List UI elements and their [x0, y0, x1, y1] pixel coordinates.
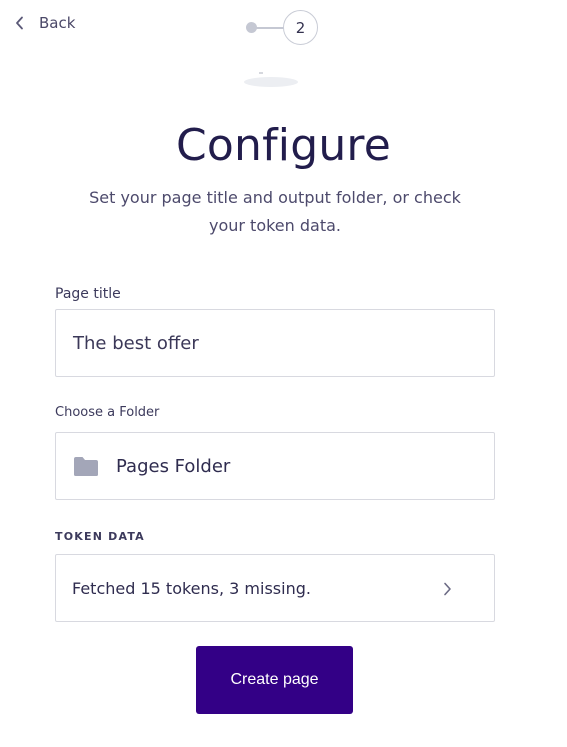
step-indicator: 2 — [245, 10, 320, 46]
chevron-left-icon — [16, 16, 23, 30]
loader-tick — [259, 72, 263, 74]
token-data-label: TOKEN DATA — [55, 530, 145, 543]
create-page-button[interactable]: Create page — [196, 646, 353, 714]
step-current-number: 2 — [283, 10, 318, 45]
folder-value: Pages Folder — [116, 455, 231, 477]
folder-select[interactable]: Pages Folder — [55, 432, 495, 500]
page-title-value: The best offer — [73, 332, 199, 354]
page-title-input[interactable]: The best offer — [55, 309, 495, 377]
page-title: Configure — [175, 120, 392, 171]
token-data-summary: Fetched 15 tokens, 3 missing. — [72, 578, 311, 598]
folder-label: Choose a Folder — [55, 405, 160, 420]
folder-icon — [74, 457, 98, 476]
loader-shadow — [244, 77, 298, 87]
back-link[interactable]: Back — [15, 14, 75, 32]
page-subtitle: Set your page title and output folder, o… — [89, 188, 461, 235]
chevron-right-icon — [444, 582, 451, 596]
back-label: Back — [39, 14, 76, 32]
configure-page: Back 2 Configure Set your page title and… — [0, 0, 567, 747]
token-data-row[interactable]: Fetched 15 tokens, 3 missing. — [55, 554, 495, 622]
step-connector — [255, 27, 285, 29]
step-dot-previous — [246, 22, 257, 33]
page-title-label: Page title — [55, 286, 121, 302]
